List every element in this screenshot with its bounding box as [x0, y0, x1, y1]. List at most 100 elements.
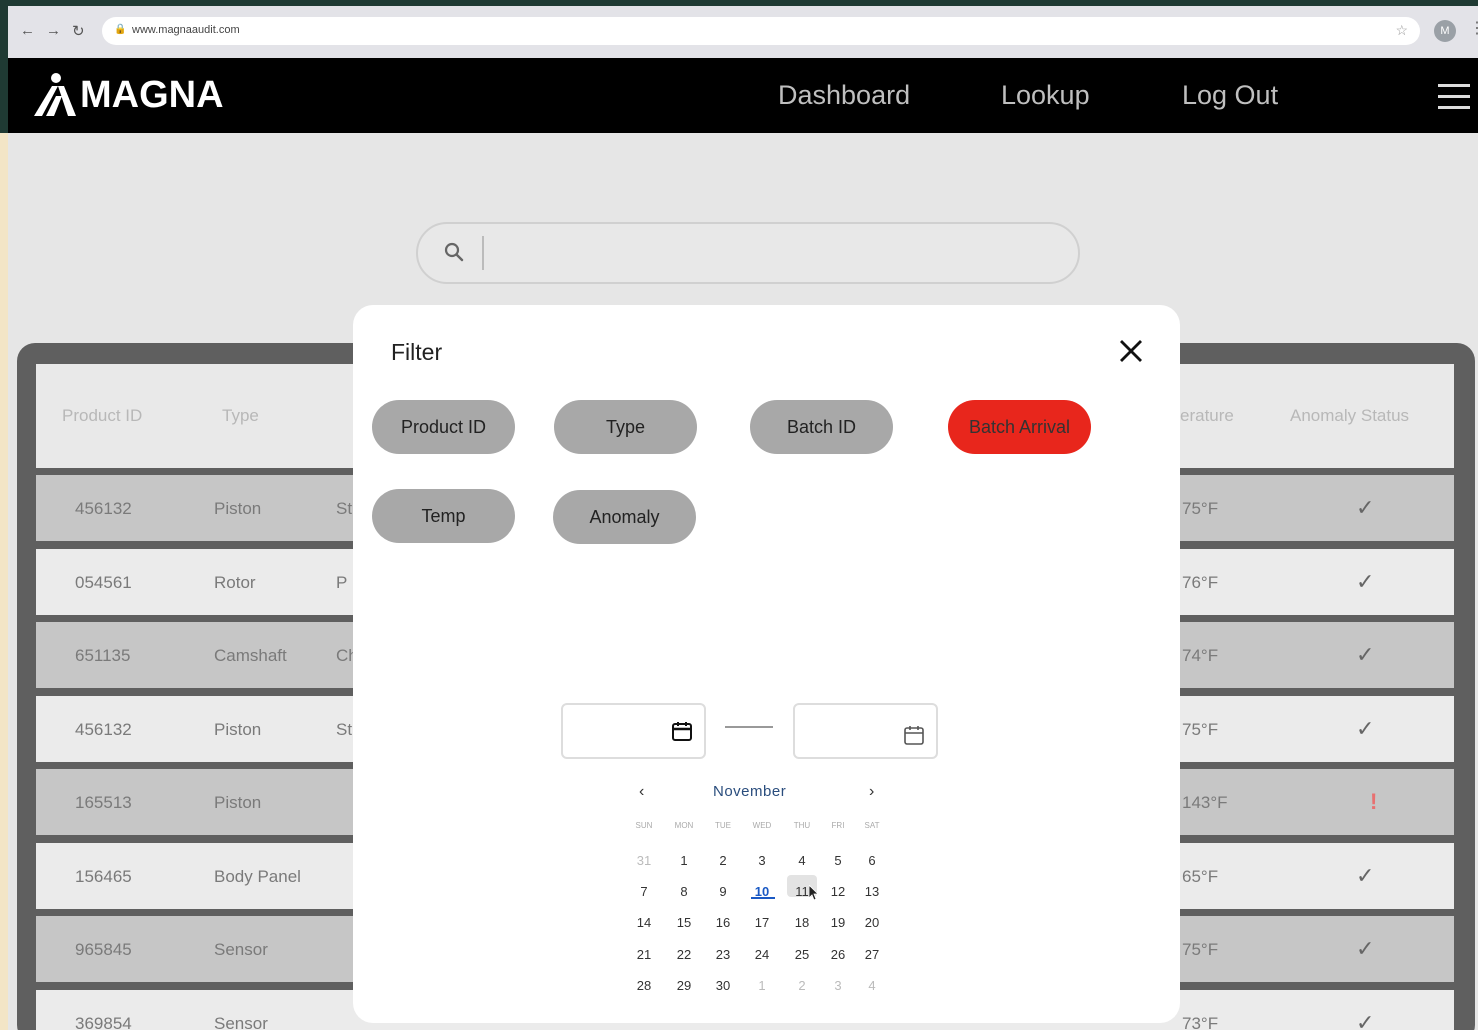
calendar-day[interactable]: 5 [823, 853, 853, 868]
calendar-day[interactable]: 25 [787, 947, 817, 962]
cell-type: Piston [214, 793, 262, 812]
cell-type: Body Panel [214, 867, 301, 886]
address-bar[interactable]: 🔒 www.magnaaudit.com ☆ [102, 17, 1420, 45]
search-input[interactable] [416, 222, 1080, 284]
cell-temperature: 143°F [1182, 793, 1228, 812]
weekday-label: SAT [864, 821, 880, 830]
calendar-day[interactable]: 4 [787, 853, 817, 868]
calendar-day[interactable]: 12 [823, 884, 853, 899]
chip-product-id[interactable]: Product ID [372, 400, 515, 454]
close-icon[interactable] [1117, 337, 1145, 365]
lock-icon: 🔒 [114, 24, 127, 35]
back-icon[interactable]: ← [20, 22, 35, 39]
calendar-day[interactable]: 21 [629, 947, 659, 962]
calendar-day[interactable]: 28 [629, 978, 659, 993]
today-indicator [751, 897, 775, 899]
chip-batch-id[interactable]: Batch ID [750, 400, 893, 454]
calendar-day[interactable]: 17 [747, 915, 777, 930]
calendar-day[interactable]: 27 [857, 947, 887, 962]
cell-product-id: 456132 [75, 720, 132, 739]
calendar-day[interactable]: 2 [787, 978, 817, 993]
calendar-day[interactable]: 2 [708, 853, 738, 868]
weekday-label: THU [793, 821, 811, 830]
calendar-icon[interactable] [670, 719, 694, 743]
calendar-day[interactable]: 3 [747, 853, 777, 868]
check-icon: ✓ [1356, 1010, 1375, 1030]
cell-temperature: 76°F [1182, 573, 1219, 592]
column-temperature[interactable]: erature [1180, 406, 1234, 426]
cell-temperature: 75°F [1182, 720, 1219, 739]
calendar-day[interactable]: 31 [629, 853, 659, 868]
cell-model: St [336, 499, 353, 518]
chip-type[interactable]: Type [554, 400, 697, 454]
forward-icon[interactable]: → [46, 22, 61, 39]
start-date-input[interactable] [561, 703, 706, 759]
calendar-day[interactable]: 20 [857, 915, 887, 930]
chip-anomaly[interactable]: Anomaly [553, 490, 696, 544]
calendar-day[interactable]: 15 [669, 915, 699, 930]
calendar-day[interactable]: 24 [747, 947, 777, 962]
url-text: www.magnaaudit.com [132, 24, 240, 36]
calendar-day[interactable]: 18 [787, 915, 817, 930]
filter-title: Filter [391, 339, 443, 365]
calendar-day[interactable]: 14 [629, 915, 659, 930]
calendar-day[interactable]: 22 [669, 947, 699, 962]
cell-product-id: 369854 [75, 1014, 132, 1030]
logo[interactable]: MAGNA [32, 72, 224, 118]
nav-dashboard[interactable]: Dashboard [778, 80, 910, 111]
calendar-day[interactable]: 8 [669, 884, 699, 899]
cell-product-id: 456132 [75, 499, 132, 518]
cell-type: Sensor [214, 1014, 268, 1030]
calendar-day[interactable]: 30 [708, 978, 738, 993]
cell-temperature: 65°F [1182, 867, 1219, 886]
cell-temperature: 75°F [1182, 499, 1219, 518]
cell-type: Rotor [214, 573, 256, 592]
chip-temp[interactable]: Temp [372, 489, 515, 543]
weekday-label: FRI [831, 821, 845, 830]
calendar-day[interactable]: 1 [669, 853, 699, 868]
calendar-day[interactable]: 19 [823, 915, 853, 930]
cell-type: Piston [214, 720, 262, 739]
nav-lookup[interactable]: Lookup [1001, 80, 1090, 111]
cell-product-id: 651135 [75, 646, 131, 665]
magna-logo-icon [34, 73, 76, 116]
chip-batch-arrival[interactable]: Batch Arrival [948, 400, 1091, 454]
check-icon: ✓ [1356, 569, 1375, 594]
weekday-label: MON [674, 821, 694, 830]
calendar-day[interactable]: 3 [823, 978, 853, 993]
bookmark-star-icon[interactable]: ☆ [1395, 22, 1408, 39]
calendar-day[interactable]: 4 [857, 978, 887, 993]
end-date-input[interactable] [793, 703, 938, 759]
calendar-icon[interactable] [902, 723, 926, 747]
mouse-cursor-icon [809, 885, 819, 901]
calendar-day[interactable]: 26 [823, 947, 853, 962]
calendar-day[interactable]: 29 [669, 978, 699, 993]
column-product-id[interactable]: Product ID [62, 406, 142, 426]
calendar-day[interactable]: 16 [708, 915, 738, 930]
browser-menu-icon[interactable]: ⋮ [1469, 18, 1478, 38]
cell-temperature: 73°F [1182, 1014, 1219, 1030]
calendar-day[interactable]: 13 [857, 884, 887, 899]
calendar-day[interactable]: 7 [629, 884, 659, 899]
calendar-day[interactable]: 6 [857, 853, 887, 868]
cell-type: Camshaft [214, 646, 287, 665]
chevron-left-icon[interactable]: ‹ [639, 783, 644, 801]
check-icon: ✓ [1356, 863, 1375, 888]
cell-product-id: 965845 [75, 940, 132, 959]
chevron-right-icon[interactable]: › [869, 783, 874, 801]
anomaly-alert-icon: ! [1370, 789, 1378, 814]
calendar-day[interactable]: 23 [708, 947, 738, 962]
hamburger-menu-icon[interactable] [1438, 84, 1470, 117]
logo-text: MAGNA [80, 73, 224, 116]
column-type[interactable]: Type [222, 406, 259, 426]
calendar-day[interactable]: 1 [747, 978, 777, 993]
date-range-separator [725, 726, 773, 728]
nav-logout[interactable]: Log Out [1182, 80, 1278, 111]
column-anomaly-status[interactable]: Anomaly Status [1290, 406, 1409, 426]
weekday-label: WED [752, 821, 772, 830]
reload-icon[interactable]: ↻ [72, 22, 85, 40]
calendar-month-label: November [713, 783, 787, 800]
check-icon: ✓ [1356, 642, 1375, 667]
calendar-day[interactable]: 9 [708, 884, 738, 899]
profile-avatar[interactable]: M [1434, 20, 1456, 42]
